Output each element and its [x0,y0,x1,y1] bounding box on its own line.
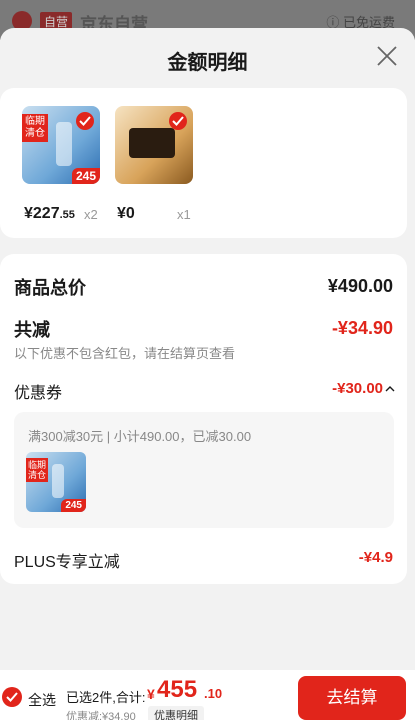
serum-bottle-image [52,464,64,498]
discount-note: 以下优惠不包含红包，请在结算页查看 [14,346,236,361]
select-all-check-icon[interactable] [2,687,22,707]
check-icon [76,112,94,130]
checkout-button[interactable]: 去结算 [298,676,406,720]
product-item[interactable] [115,106,193,184]
chevron-up-icon[interactable] [385,385,395,393]
selected-count: 已选2件,合计: [66,690,146,705]
total-discount-value: -¥34.90 [331,318,393,338]
product-quantity: x1 [177,207,191,222]
coupon-detail-text: 满300减30元 | 小计490.00，已减30.00 [28,429,252,444]
sheet-title: 金额明细 [167,52,248,74]
amount-detail-sheet: 金额明细 临期清仓 245 ¥227.55 x2 ¥0 x1 商品总价 ¥490… [0,28,415,720]
products-card: 临期清仓 245 ¥227.55 x2 ¥0 x1 [0,88,407,238]
serum-bottle-image [56,122,72,166]
coupon-detail-box: 满300减30元 | 小计490.00，已减30.00 临期清仓 245 [14,412,394,528]
discount-detail-link[interactable]: 优惠明细 [148,706,204,720]
discount-summary: 优惠减:¥34.90 [66,711,136,720]
clearance-tag: 临期清仓 [26,458,48,482]
select-all-label[interactable]: 全选 [28,690,56,710]
product-price: ¥0 [117,205,135,222]
price-tag: 245 [71,168,100,184]
summary-card: 商品总价 ¥490.00 共减 -¥34.90 以下优惠不包含红包，请在结算页查… [0,254,407,584]
product-quantity: x2 [84,207,98,222]
checkout-bar: 全选 已选2件,合计: ¥ 455 .10 优惠减:¥34.90 优惠明细 去结… [0,670,415,720]
goods-total-label: 商品总价 [14,278,86,298]
plus-discount-value: -¥4.9 [358,549,393,566]
total-amount-decimal: .10 [204,686,223,701]
coupon-label: 优惠券 [14,385,63,402]
price-tag: 245 [61,499,86,512]
clearance-tag: 临期清仓 [22,114,48,142]
product-item[interactable]: 临期清仓 245 [22,106,100,184]
product-thumbnail: 临期清仓 245 [22,106,100,184]
product-price: ¥227.55 [24,205,75,222]
total-discount-label: 共减 [14,320,50,340]
coupon-product-thumbnail: 临期清仓 245 [26,452,86,512]
goods-total-value: ¥490.00 [327,276,393,296]
currency-symbol: ¥ [147,686,155,702]
product-thumbnail [115,106,193,184]
coupon-value[interactable]: -¥30.00 [332,380,383,397]
total-amount: 455 [157,676,198,703]
check-icon [169,112,187,130]
close-icon[interactable] [375,44,399,68]
cleanser-tube-image [129,128,175,158]
plus-discount-label: PLUS专享立减 [14,554,120,571]
